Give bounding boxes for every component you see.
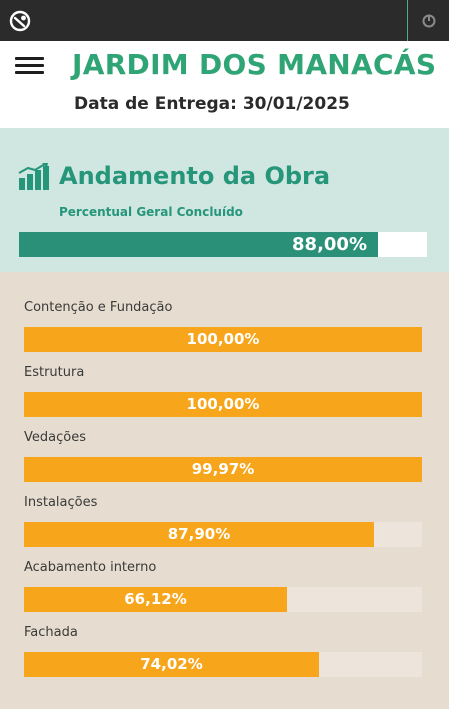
bar-chart-icon [18, 163, 49, 190]
stage-percent: 100,00% [186, 330, 260, 348]
stage-label: Estrutura [24, 365, 85, 380]
stage-progress-bar: 66,12% [24, 587, 422, 612]
stages-section: Contenção e Fundação 100,00% Estrutura 100,… [0, 272, 449, 709]
stage-percent: 99,97% [191, 460, 255, 478]
stage-percent: 87,90% [167, 525, 231, 543]
overall-subtitle: Percentual Geral Concluído [59, 205, 243, 219]
stage-label: Acabamento interno [24, 560, 157, 575]
app-logo-icon[interactable] [0, 0, 40, 41]
stage-label: Contenção e Fundação [24, 300, 173, 315]
overall-percent: 88,00% [292, 234, 367, 255]
stage-percent: 74,02% [140, 655, 203, 673]
stage-progress-bar: 74,02% [24, 652, 422, 677]
delivery-date: Data de Entrega: 30/01/2025 [74, 94, 350, 114]
overall-progress-bar: 88,00% [19, 232, 427, 257]
stage-label: Fachada [24, 625, 78, 640]
stage-progress-bar: 100,00% [24, 392, 422, 417]
stage-progress-bar: 87,90% [24, 522, 422, 547]
power-icon [422, 14, 435, 27]
stage-progress-bar: 100,00% [24, 327, 422, 352]
stage-row: Fachada 74,02% [24, 625, 422, 685]
stage-row: Acabamento interno 66,12% [24, 560, 422, 620]
page-header: JARDIM DOS MANACÁS Data de Entrega: 30/0… [0, 41, 449, 128]
stage-row: Vedações 99,97% [24, 430, 422, 490]
stage-row: Contenção e Fundação 100,00% [24, 300, 422, 360]
power-button[interactable] [407, 0, 449, 41]
stage-row: Estrutura 100,00% [24, 365, 422, 425]
hamburger-menu-icon[interactable] [15, 57, 44, 77]
stage-label: Vedações [24, 430, 86, 445]
top-bar [0, 0, 449, 41]
stage-row: Instalações 87,90% [24, 495, 422, 555]
project-title: JARDIM DOS MANACÁS [72, 48, 437, 81]
overall-title: Andamento da Obra [59, 162, 331, 190]
stage-label: Instalações [24, 495, 98, 510]
stage-progress-bar: 99,97% [24, 457, 422, 482]
stage-percent: 100,00% [186, 395, 260, 413]
stage-percent: 66,12% [124, 590, 187, 608]
overall-progress-section: Andamento da Obra Percentual Geral Concl… [0, 128, 449, 272]
